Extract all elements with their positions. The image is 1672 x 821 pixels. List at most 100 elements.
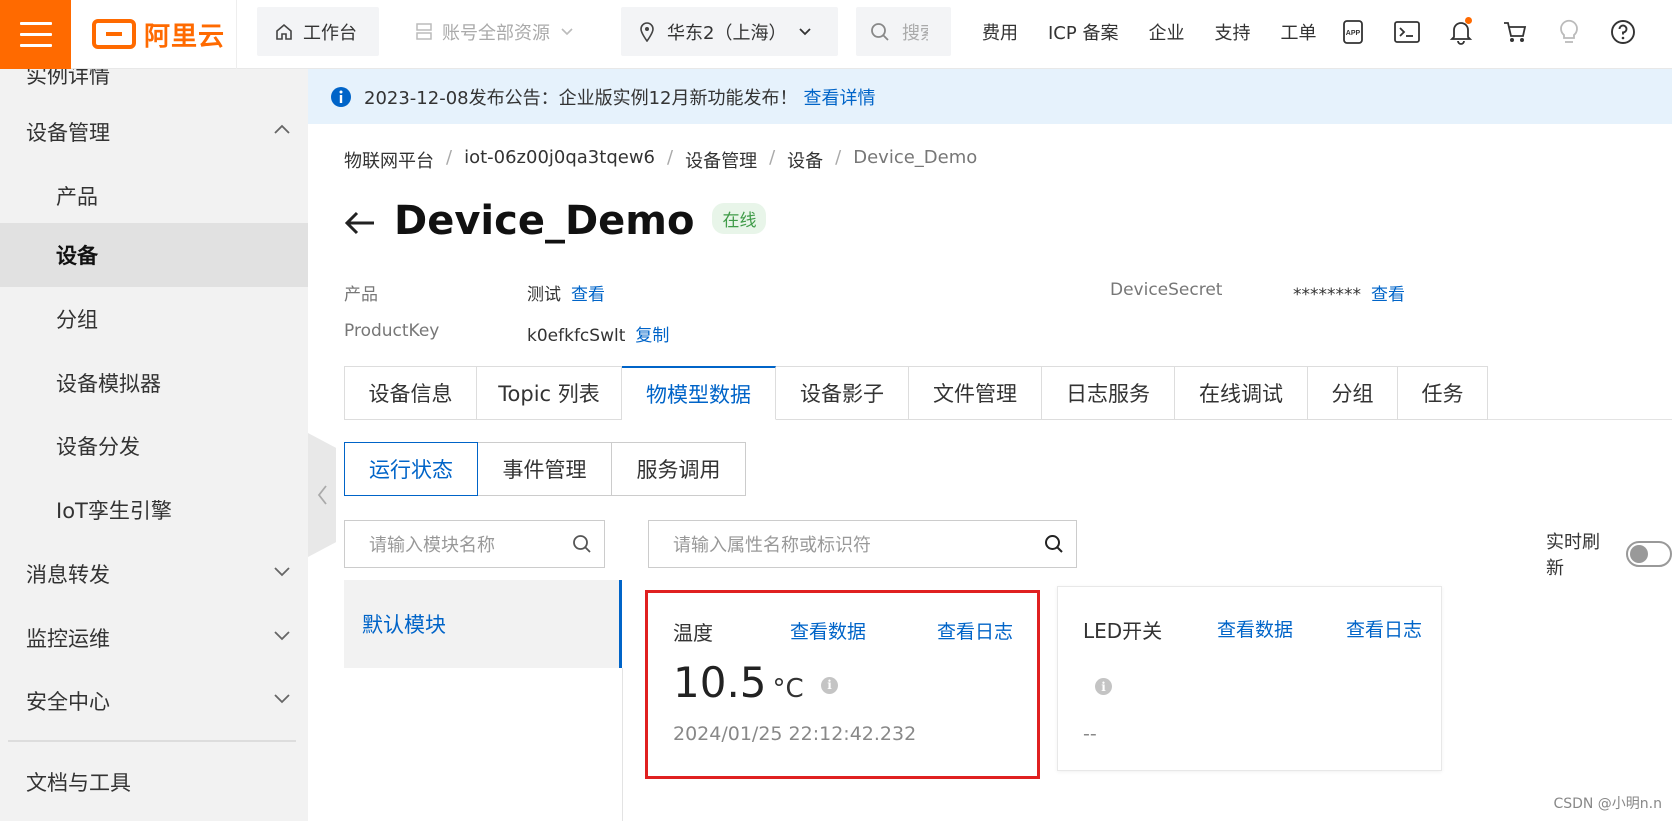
sidebar-item-label: 分组 [56, 308, 98, 332]
breadcrumb-item[interactable]: iot-06z00j0qa3tqew6 [464, 147, 655, 173]
cart-icon[interactable] [1502, 19, 1528, 45]
chevron-left-icon [317, 485, 327, 505]
module-list-item[interactable]: 默认模块 [344, 580, 622, 668]
terminal-icon[interactable] [1394, 19, 1420, 45]
location-pin-icon [640, 21, 654, 42]
lightbulb-icon[interactable] [1556, 19, 1582, 45]
breadcrumb-item[interactable]: 设备 [787, 147, 823, 173]
tab-online-debug[interactable]: 在线调试 [1175, 366, 1308, 420]
sidebar-collapse-handle[interactable] [308, 433, 336, 557]
link-support[interactable]: 支持 [1214, 19, 1250, 45]
sidebar-item-label: 安全中心 [26, 690, 110, 714]
sidebar-item-device-distribution[interactable]: 设备分发 [0, 414, 308, 478]
sidebar-item-docs-tools[interactable]: 文档与工具 [0, 750, 308, 814]
tab-task[interactable]: 任务 [1398, 366, 1488, 420]
realtime-refresh-toggle[interactable] [1626, 541, 1672, 567]
announcement-banner: 2023-12-08发布公告：企业版实例12月新功能发布！ 查看详情 [308, 69, 1672, 124]
app-icon[interactable]: APP [1340, 19, 1366, 45]
global-search-placeholder: 搜索 [902, 22, 928, 44]
hamburger-menu-button[interactable] [0, 0, 71, 69]
search-icon[interactable] [1044, 534, 1064, 554]
tab-topic-list[interactable]: Topic 列表 [477, 366, 622, 420]
module-search-input[interactable]: 请输入模块名称 [344, 520, 605, 568]
sidebar-divider [8, 740, 296, 742]
tab-log-service[interactable]: 日志服务 [1042, 366, 1175, 420]
link-billing[interactable]: 费用 [982, 19, 1018, 45]
product-view-link[interactable]: 查看 [571, 285, 605, 305]
chevron-down-icon [274, 567, 290, 577]
help-icon[interactable] [1610, 19, 1636, 45]
breadcrumb: 物联网平台 / iot-06z00j0qa3tqew6 / 设备管理 / 设备 / De… [344, 147, 977, 173]
breadcrumb-item[interactable]: 物联网平台 [344, 147, 434, 173]
info-icon[interactable]: i [1095, 678, 1112, 695]
server-icon [416, 22, 432, 40]
subtab-service-call[interactable]: 服务调用 [612, 442, 746, 496]
announcement-text: 2023-12-08发布公告：企业版实例12月新功能发布！ [364, 87, 798, 109]
tab-thing-model-data[interactable]: 物模型数据 [622, 366, 776, 420]
subtab-running-status[interactable]: 运行状态 [344, 442, 478, 496]
sidebar-item-label: 监控运维 [26, 627, 110, 651]
sidebar-item-message-forwarding[interactable]: 消息转发 [0, 542, 308, 606]
chevron-up-icon [274, 124, 290, 134]
productkey-info: k0efkfcSwlt 复制 [527, 321, 669, 346]
sidebar-item-label: 消息转发 [26, 563, 110, 587]
tab-device-info[interactable]: 设备信息 [344, 366, 477, 420]
module-search-placeholder: 请输入模块名称 [369, 535, 495, 556]
breadcrumb-item[interactable]: 设备管理 [685, 147, 757, 173]
breadcrumb-separator: / [769, 147, 776, 168]
product-label: 产品 [344, 285, 378, 305]
link-icp[interactable]: ICP 备案 [1048, 19, 1118, 45]
property-search-placeholder: 请输入属性名称或标识符 [673, 535, 871, 556]
divider [236, 0, 237, 69]
sidebar-item-label: 设备分发 [56, 435, 140, 459]
property-value-number: 10.5 [673, 658, 767, 707]
sidebar-item-monitoring[interactable]: 监控运维 [0, 606, 308, 670]
back-arrow-icon[interactable] [342, 206, 376, 236]
tab-device-shadow[interactable]: 设备影子 [776, 366, 909, 420]
view-data-link[interactable]: 查看数据 [1217, 615, 1293, 642]
sub-tabs: 运行状态 事件管理 服务调用 [344, 442, 746, 496]
productkey-copy-link[interactable]: 复制 [635, 326, 669, 346]
home-icon [276, 23, 292, 40]
realtime-refresh-label: 实时刷新 [1546, 532, 1600, 579]
announcement-link[interactable]: 查看详情 [804, 84, 876, 110]
sidebar-item-device[interactable]: 设备 [0, 223, 308, 287]
view-data-link[interactable]: 查看数据 [790, 617, 866, 644]
sidebar-item-security-center[interactable]: 安全中心 [0, 669, 308, 733]
view-log-link[interactable]: 查看日志 [1346, 615, 1422, 642]
secret-label: DeviceSecret [1110, 280, 1223, 300]
tab-file-management[interactable]: 文件管理 [909, 366, 1042, 420]
sidebar-item-device-management[interactable]: 设备管理 [0, 100, 308, 164]
sidebar-item-group[interactable]: 分组 [0, 287, 308, 351]
secret-view-link[interactable]: 查看 [1371, 285, 1405, 305]
chevron-down-icon [799, 27, 812, 35]
tab-group[interactable]: 分组 [1308, 366, 1398, 420]
sidebar-item-product[interactable]: 产品 [0, 164, 308, 228]
realtime-refresh: 实时刷新 [1546, 528, 1672, 580]
sidebar-item-device-simulator[interactable]: 设备模拟器 [0, 351, 308, 415]
bell-icon[interactable] [1448, 16, 1474, 45]
page-header: Device_Demo 在线 [342, 198, 767, 244]
info-icon[interactable]: i [821, 676, 839, 694]
breadcrumb-separator: / [446, 147, 453, 168]
link-ticket[interactable]: 工单 [1280, 19, 1316, 45]
info-icon [331, 86, 351, 107]
view-log-link[interactable]: 查看日志 [937, 617, 1013, 644]
region-selector[interactable]: 华东2（上海） [621, 7, 838, 56]
svg-text:APP: APP [1346, 30, 1361, 37]
search-icon[interactable] [572, 534, 592, 554]
property-timestamp: -- [1083, 723, 1097, 745]
breadcrumb-current: Device_Demo [853, 147, 978, 168]
sidebar-item-iot-twin-engine[interactable]: IoT孪生引擎 [0, 478, 308, 542]
link-enterprise[interactable]: 企业 [1148, 19, 1184, 45]
workbench-button[interactable]: 工作台 [257, 7, 379, 56]
module-name: 默认模块 [362, 613, 446, 637]
aliyun-logo[interactable]: 阿里云 [92, 16, 225, 52]
watermark: CSDN @小明n.n [1553, 796, 1662, 812]
global-search[interactable]: 搜索 [856, 7, 951, 56]
subtab-event-management[interactable]: 事件管理 [478, 442, 612, 496]
productkey-value: k0efkfcSwlt [527, 326, 626, 346]
property-search-input[interactable]: 请输入属性名称或标识符 [648, 520, 1077, 568]
account-resources-dropdown[interactable]: 账号全部资源 [400, 7, 600, 56]
sidebar-item-label: 设备 [56, 244, 98, 268]
